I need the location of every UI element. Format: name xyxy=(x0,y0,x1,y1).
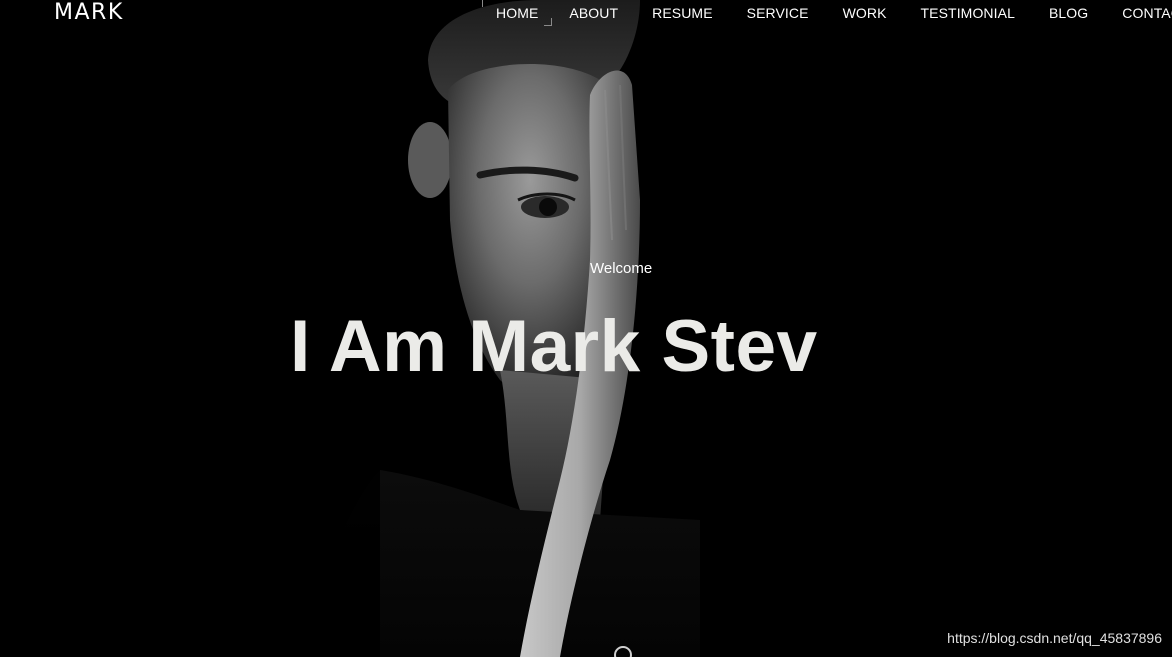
nav-item-testimonial[interactable]: TESTIMONIAL xyxy=(904,1,1032,25)
nav-item-service[interactable]: SERVICE xyxy=(730,1,826,25)
nav-item-about[interactable]: ABOUT xyxy=(552,1,635,25)
nav-item-work[interactable]: WORK xyxy=(826,1,904,25)
nav-item-label: HOME xyxy=(496,5,539,21)
nav-item-contact[interactable]: CONTACT xyxy=(1105,1,1172,25)
scroll-down-circle-icon[interactable] xyxy=(614,646,632,657)
logo[interactable]: MARK xyxy=(54,0,124,26)
hero-welcome-text: Welcome xyxy=(590,260,653,277)
nav-item-home[interactable]: HOME xyxy=(482,0,553,26)
hero-headline: I Am Mark Stev xyxy=(290,306,818,387)
nav-item-resume[interactable]: RESUME xyxy=(635,1,730,25)
active-bracket-top-left xyxy=(482,0,490,7)
watermark-url: https://blog.csdn.net/qq_45837896 xyxy=(947,630,1162,646)
active-bracket-bottom-right xyxy=(544,18,553,26)
navbar: MARK HOME ABOUT RESUME SERVICE WORK TEST… xyxy=(0,0,1172,32)
nav-item-blog[interactable]: BLOG xyxy=(1032,1,1105,25)
nav-menu: HOME ABOUT RESUME SERVICE WORK TESTIMONI… xyxy=(482,0,1172,26)
